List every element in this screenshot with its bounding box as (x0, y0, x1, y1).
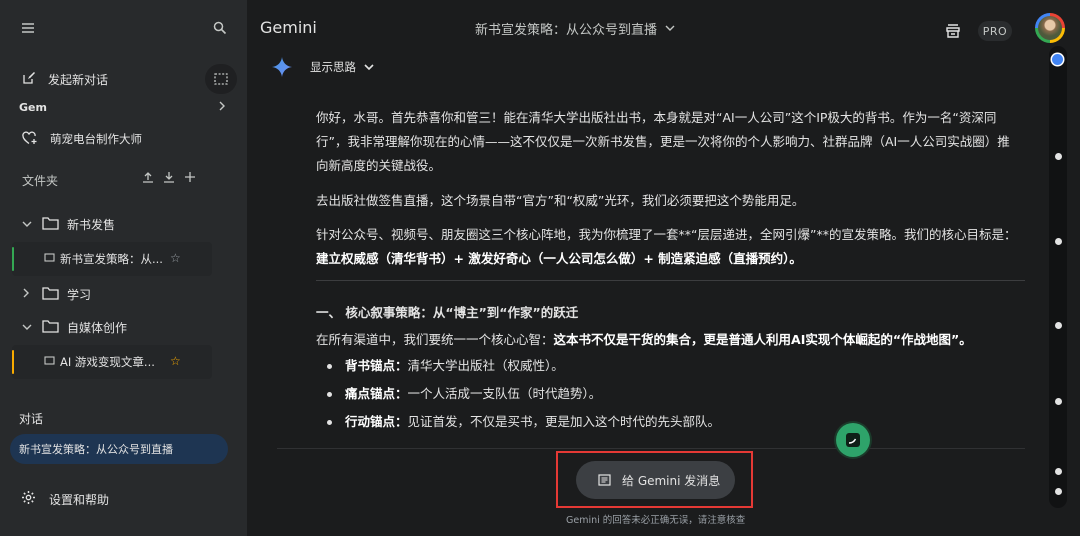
bullet-text: 一个人活成一支队伍（时代趋势）。 (407, 386, 602, 401)
chevron-down-icon[interactable] (22, 218, 34, 231)
content-fade-line (277, 448, 1025, 449)
avatar[interactable] (1035, 13, 1065, 43)
response-paragraph: 你好，水哥。首先恭喜你和管三！能在清华大学出版社出书，本身就是对“AI一人公司”… (316, 110, 1010, 173)
list-item: 行动锚点：见证首发，不仅是买书，更是加入这个时代的先头部队。 (316, 410, 720, 438)
app-title[interactable]: Gemini (260, 18, 317, 37)
nav-marker[interactable] (1055, 238, 1062, 245)
bullet-text: 见证首发，不仅是买书，更是加入这个时代的先头部队。 (407, 414, 721, 429)
pro-badge: PRO (978, 21, 1012, 41)
floating-assistant-button[interactable] (836, 423, 870, 457)
chevron-right-icon[interactable] (22, 288, 34, 301)
list-item: 痛点锚点：一个人活成一支队伍（时代趋势）。 (316, 382, 720, 410)
compose-message-button[interactable]: 给 Gemini 发消息 (576, 461, 735, 499)
folder-item[interactable]: 自媒体创作 (0, 310, 247, 344)
chevron-right-icon (218, 100, 226, 114)
nav-marker-active[interactable] (1052, 54, 1063, 65)
paragraph-text: 在所有渠道中，我们要统一一个核心心智： (316, 332, 554, 347)
folder-icon (42, 319, 60, 336)
bullet-key: 行动锚点： (345, 414, 408, 429)
folder-icon (42, 286, 60, 303)
bullet-key: 背书锚点： (345, 358, 408, 373)
divider (316, 280, 1025, 281)
nav-marker[interactable] (1055, 322, 1062, 329)
new-chat-label: 发起新对话 (48, 72, 109, 87)
chevron-down-icon[interactable] (22, 321, 34, 334)
conversations-header: 对话 (0, 401, 247, 435)
folder-item[interactable]: 新书发售 (0, 207, 247, 241)
active-conversation-item[interactable]: 新书宣发策略：从公众号到直播 (10, 434, 228, 464)
chat-color-bar (12, 350, 14, 374)
nav-marker[interactable] (1055, 468, 1062, 475)
response-paragraph: 去出版社做签售直播，这个场景自带“官方”和“权威”光环，我们必须要把这个势能用足… (316, 193, 805, 208)
settings-help-button[interactable]: 设置和帮助 (0, 482, 247, 516)
folder-label: 新书发售 (67, 217, 116, 232)
gem-section-header[interactable]: Gem (0, 90, 247, 124)
folder-label: 自媒体创作 (67, 320, 128, 335)
bullet-text: 清华大学出版社（权威性）。 (407, 358, 564, 373)
message-icon (598, 474, 614, 486)
folder-chat-item[interactable]: 新书宣发策略：从... ☆ (12, 242, 212, 276)
list-item: 背书锚点：清华大学出版社（权威性）。 (316, 354, 720, 382)
folders-heading: 文件夹 (22, 173, 59, 188)
gem-item[interactable]: 萌宠电台制作大师 (0, 122, 247, 156)
folders-header: 文件夹 (0, 163, 247, 197)
share-icon[interactable] (944, 21, 962, 41)
conversation-title: 新书宣发策略：从公众号到直播 (475, 23, 658, 38)
nav-marker[interactable] (1055, 398, 1062, 405)
settings-label: 设置和帮助 (49, 492, 110, 507)
folder-chat-label: 新书宣发策略：从... (60, 252, 163, 266)
upload-icon[interactable] (142, 171, 154, 183)
nav-marker[interactable] (1055, 488, 1062, 495)
gem-item-label: 萌宠电台制作大师 (50, 132, 142, 146)
conversation-label: 新书宣发策略：从公众号到直播 (19, 443, 173, 456)
main-panel: Gemini 新书宣发策略：从公众号到直播 PRO 显示思路 你好，水哥。首先恭… (247, 0, 1080, 536)
star-filled-icon[interactable]: ☆ (170, 354, 181, 368)
folder-chat-item[interactable]: AI 游戏变现文章... ☆ (12, 345, 212, 379)
chevron-down-icon (665, 25, 675, 31)
disclaimer-text: Gemini 的回答未必正确无误，请注意核查 (566, 515, 746, 526)
response-paragraph: 针对公众号、视频号、朋友圈这三个核心阵地，我为你梳理了一套**“层层递进，全网引… (316, 223, 1021, 271)
gear-icon (21, 490, 37, 508)
search-icon[interactable] (210, 18, 230, 38)
gem-heart-icon (22, 131, 38, 148)
bullet-list: 背书锚点：清华大学出版社（权威性）。 痛点锚点：一个人活成一支队伍（时代趋势）。… (316, 354, 720, 438)
show-thinking-toggle[interactable]: 显示思路 (310, 59, 374, 75)
gemini-spark-icon (272, 57, 292, 77)
nav-marker[interactable] (1055, 153, 1062, 160)
paragraph-bold: 这本书不仅是干货的集合，更是普通人利用AI实现个体崛起的“作战地图”。 (553, 332, 972, 347)
chat-bubble-icon (846, 433, 860, 447)
bullet-key: 痛点锚点： (345, 386, 408, 401)
dashed-square-icon (214, 73, 228, 85)
paragraph-bold: 建立权威感（清华背书）+ 激发好奇心（一人公司怎么做）+ 制造紧迫感（直播预约）… (316, 251, 802, 266)
download-icon[interactable] (163, 171, 175, 183)
chat-color-bar (12, 247, 14, 271)
paragraph-text: 针对公众号、视频号、朋友圈这三个核心阵地，我为你梳理了一套**“层层递进，全网引… (316, 227, 1017, 242)
gem-heading: Gem (19, 100, 47, 114)
chat-bubble-icon (44, 355, 58, 369)
chevron-down-icon (364, 63, 374, 70)
compose-label: 给 Gemini 发消息 (622, 473, 721, 488)
section-heading: 一、 核心叙事策略：从“博主”到“作家”的跃迁 (316, 305, 579, 320)
show-thinking-label: 显示思路 (310, 60, 356, 74)
conversation-navigator[interactable] (1049, 46, 1067, 508)
star-outline-icon[interactable]: ☆ (170, 251, 181, 265)
menu-icon[interactable] (16, 18, 40, 38)
edit-icon (22, 71, 38, 88)
conversation-title-dropdown[interactable]: 新书宣发策略：从公众号到直播 (475, 19, 675, 38)
folder-chat-label: AI 游戏变现文章... (60, 355, 155, 369)
sidebar: 发起新对话 Gem 萌宠电台制作大师 文件夹 新书发售 新书宣发策略：从... … (0, 0, 247, 536)
conversations-heading: 对话 (19, 411, 44, 426)
folder-icon (42, 216, 60, 233)
folder-item[interactable]: 学习 (0, 277, 247, 311)
chat-bubble-icon (44, 252, 58, 266)
folder-label: 学习 (67, 287, 92, 302)
response-paragraph: 在所有渠道中，我们要统一一个核心心智：这本书不仅是干货的集合，更是普通人利用AI… (316, 328, 972, 352)
add-folder-icon[interactable] (184, 171, 196, 183)
